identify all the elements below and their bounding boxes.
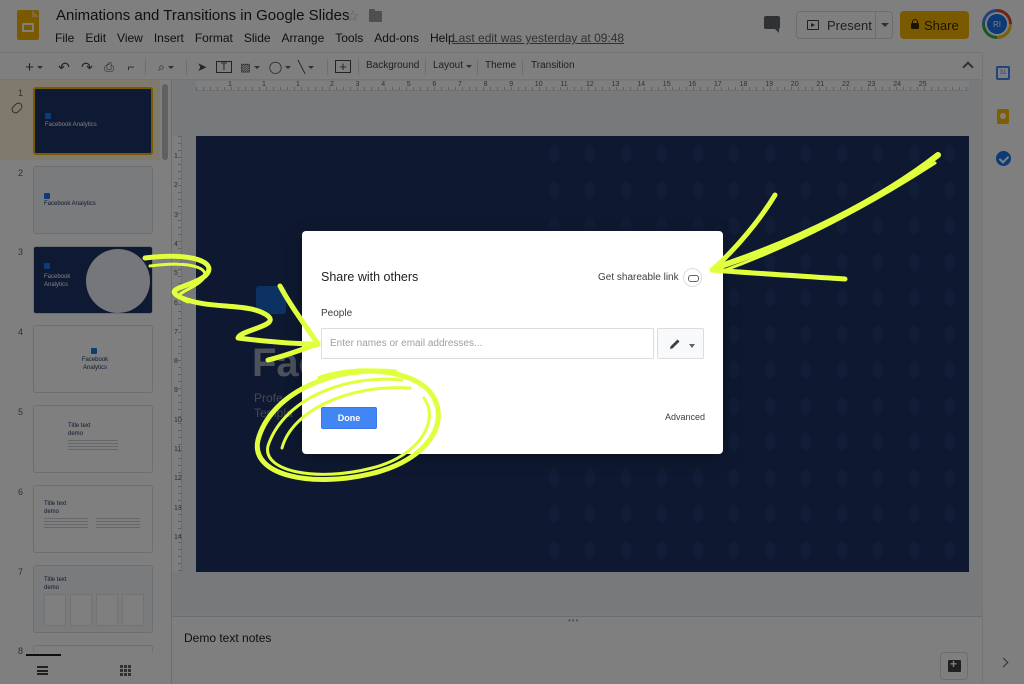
pencil-icon bbox=[670, 339, 680, 349]
dialog-title: Share with others bbox=[321, 270, 419, 284]
people-input[interactable] bbox=[321, 328, 654, 359]
get-shareable-link[interactable]: Get shareable link bbox=[598, 272, 679, 283]
advanced-link[interactable]: Advanced bbox=[665, 412, 705, 422]
people-label: People bbox=[321, 308, 353, 319]
chevron-down-icon bbox=[689, 344, 695, 348]
edit-permission-button[interactable] bbox=[657, 328, 704, 359]
done-button[interactable]: Done bbox=[321, 407, 377, 429]
share-dialog: Share with others Get shareable link Peo… bbox=[302, 231, 723, 454]
link-icon[interactable] bbox=[683, 268, 702, 287]
